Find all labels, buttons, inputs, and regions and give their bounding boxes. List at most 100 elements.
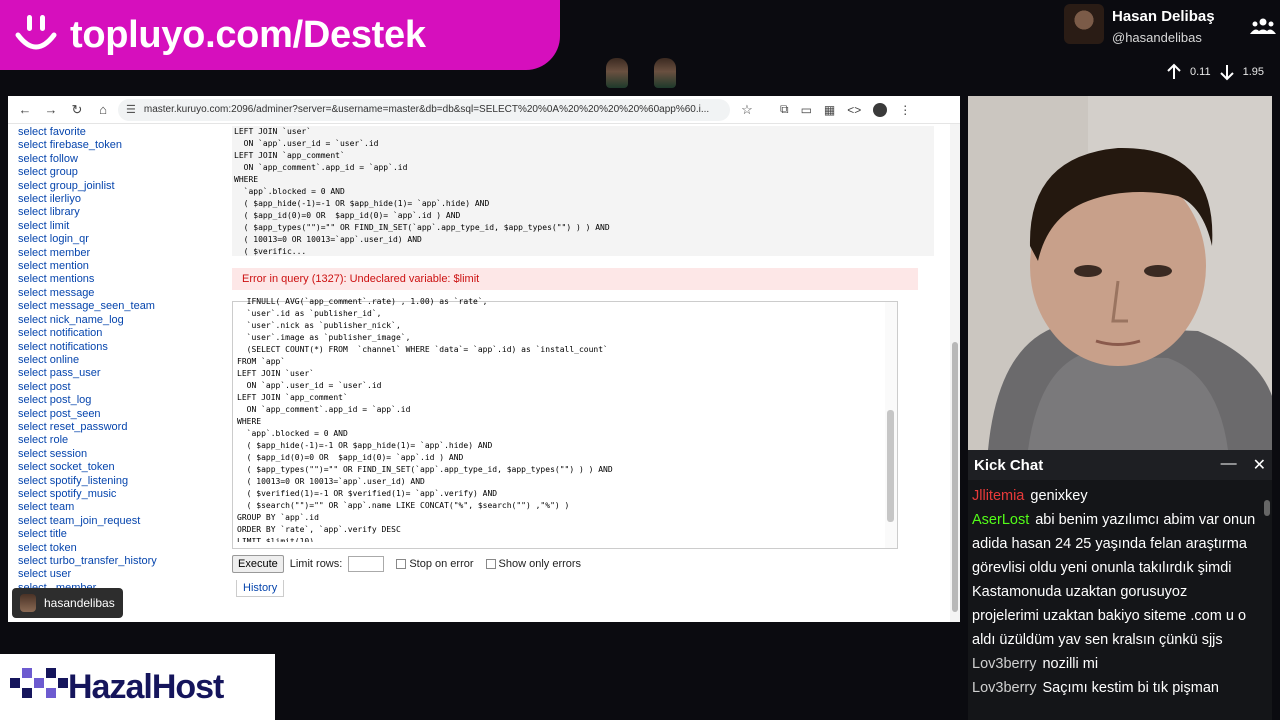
code-line: IFNULL( AVG(`app_comment`.rate) , 1.00) … [237, 297, 488, 306]
sql-editor-text[interactable]: IFNULL( AVG(`app_comment`.rate) , 1.00) … [233, 296, 897, 542]
profile-avatar[interactable] [873, 102, 888, 117]
sidebar-table-link[interactable]: select library [18, 206, 218, 219]
sidebar-table-link[interactable]: select mentions [18, 273, 218, 286]
chat-username[interactable]: Jllitemia [972, 488, 1024, 504]
sidebar-table-link[interactable]: select spotify_music [18, 488, 218, 501]
sidebar-table-link[interactable]: select notifications [18, 341, 218, 354]
hazalhost-logo-icon [10, 668, 68, 698]
sidebar-table-link[interactable]: select post [18, 381, 218, 394]
viewer-name: hasandelibas [44, 596, 115, 610]
smiley-logo-icon [10, 9, 62, 61]
chat-username[interactable]: AserLost [972, 512, 1029, 528]
sql-editor[interactable]: IFNULL( AVG(`app_comment`.rate) , 1.00) … [232, 297, 898, 549]
sidebar-table-link[interactable]: select online [18, 354, 218, 367]
sidebar-table-link[interactable]: select firebase_token [18, 139, 218, 152]
sidebar-table-link[interactable]: select post_log [18, 394, 218, 407]
sidebar-table-link[interactable]: select favorite [18, 126, 218, 139]
sidebar-table-link[interactable]: select message_seen_team [18, 300, 218, 313]
sidebar-table-link[interactable]: select team [18, 501, 218, 514]
reload-icon[interactable]: ↻ [66, 99, 88, 121]
code-line: ( $app_types("")="" OR FIND_IN_SET(`app`… [234, 223, 610, 232]
sponsor-name: HazalHost [68, 667, 224, 706]
sidebar-table-link[interactable]: select team_join_request [18, 515, 218, 528]
sidebar-table-link[interactable]: select reset_password [18, 421, 218, 434]
code-line: `app`.blocked = 0 AND [237, 429, 348, 438]
chat-text: abi benim yazılımcı abim var onun adida … [972, 512, 1256, 648]
sidebar-table-link[interactable]: select follow [18, 153, 218, 166]
code-line: FROM `app` [237, 357, 286, 366]
kick-chat: Kick Chat — ✕ Jllitemia genixkey AserLost a… [968, 450, 1272, 720]
sidebar-table-link[interactable]: select mention [18, 260, 218, 273]
limit-rows-label: Limit rows: [289, 558, 343, 570]
code-line: `user`.id as `publisher_id`, [237, 309, 382, 318]
sidebar-table-link[interactable]: select socket_token [18, 461, 218, 474]
streamer-handle: @hasandelibas [1112, 30, 1202, 45]
sidebar-table-link[interactable]: select message [18, 287, 218, 300]
sidebar-table-link[interactable]: select group_joinlist [18, 180, 218, 193]
grid-icon[interactable]: ▦ [824, 103, 835, 117]
sidebar-table-link[interactable]: select post_seen [18, 408, 218, 421]
site-settings-icon[interactable]: ☰ [126, 103, 136, 116]
code-line: `app`.blocked = 0 AND [234, 187, 345, 196]
code-line: ( $app_types("")="" OR FIND_IN_SET(`app`… [237, 465, 613, 474]
sidebar-table-link[interactable]: select spotify_listening [18, 475, 218, 488]
code-line: WHERE [234, 175, 259, 184]
show-only-errors-checkbox[interactable]: Show only errors [485, 558, 581, 570]
sidebar-table-link[interactable]: select ilerliyo [18, 193, 218, 206]
chat-text: Saçımı kestim bi tık pişman [1042, 680, 1219, 696]
sidebar-table-link[interactable]: select nick_name_log [18, 314, 218, 327]
forward-icon[interactable]: → [40, 99, 62, 121]
chat-text: genixkey [1030, 488, 1088, 504]
sidebar-table-link[interactable]: select session [18, 448, 218, 461]
page-scrollbar[interactable] [950, 124, 960, 622]
execute-button[interactable]: Execute [232, 555, 284, 573]
viewer-tag: hasandelibas [12, 588, 123, 618]
minimize-icon[interactable]: — [1221, 455, 1237, 475]
viewer-avatar [654, 58, 676, 88]
sidebar-table-link[interactable]: select group [18, 166, 218, 179]
group-icon[interactable] [1250, 16, 1276, 36]
menu-icon[interactable]: ⋮ [899, 103, 911, 117]
chat-scrollbar[interactable] [1264, 490, 1270, 720]
browser-toolbar: ← → ↻ ⌂ ☰ master.kuruyo.com:2096/adminer… [8, 96, 960, 124]
limit-rows-input[interactable] [348, 556, 385, 572]
back-icon[interactable]: ← [14, 99, 36, 121]
bookmark-star-icon[interactable]: ☆ [736, 99, 758, 121]
sidebar-table-link[interactable]: select turbo_transfer_history [18, 555, 218, 568]
stop-on-error-checkbox[interactable]: Stop on error [396, 558, 474, 570]
webcam-feed [968, 96, 1272, 450]
code-line: ( $verific... [234, 247, 307, 256]
chat-messages: Jllitemia genixkey AserLost abi benim yazıl… [968, 480, 1272, 700]
sidebar-table-link[interactable]: select title [18, 528, 218, 541]
address-bar[interactable]: ☰ master.kuruyo.com:2096/adminer?server=… [118, 98, 730, 121]
history-link[interactable]: History [236, 580, 285, 597]
sidebar-table-link[interactable]: select member [18, 247, 218, 260]
sidebar-table-link[interactable]: select pass_user [18, 367, 218, 380]
sidebar-table-link[interactable]: select role [18, 434, 218, 447]
cast-icon[interactable]: ▭ [801, 103, 812, 117]
code-line: ( $app_hide(-1)=-1 OR $app_hide(1)= `app… [234, 199, 490, 208]
table-sidebar: select favorite select firebase_token sele… [18, 126, 218, 595]
home-icon[interactable]: ⌂ [92, 99, 114, 121]
extensions-icon[interactable]: ⧉ [780, 102, 789, 117]
code-line: LEFT JOIN `user` [237, 369, 315, 378]
close-icon[interactable]: ✕ [1253, 455, 1266, 475]
editor-scrollbar[interactable] [885, 302, 897, 548]
sidebar-table-link[interactable]: select notification [18, 327, 218, 340]
code-line: GROUP BY `app`.id [237, 513, 319, 522]
chat-username[interactable]: Lov3berry [972, 680, 1036, 696]
devtools-icon[interactable]: <> [847, 103, 861, 117]
arrow-up-icon [1167, 63, 1181, 79]
sidebar-table-link[interactable]: select token [18, 542, 218, 555]
code-line: `user`.nick as `publisher_nick`, [237, 321, 401, 330]
sidebar-table-link[interactable]: select user [18, 568, 218, 581]
browser-window: ← → ↻ ⌂ ☰ master.kuruyo.com:2096/adminer… [8, 96, 960, 622]
sidebar-table-link[interactable]: select login_qr [18, 233, 218, 246]
chat-message: Lov3berry nozilli mi [972, 652, 1258, 676]
chat-message: AserLost abi benim yazılımcı abim var onu… [972, 508, 1258, 652]
code-line: `user`.image as `publisher_image`, [237, 333, 411, 342]
sidebar-table-link[interactable]: select limit [18, 220, 218, 233]
viewer-avatar [606, 58, 628, 88]
chat-username[interactable]: Lov3berry [972, 656, 1036, 672]
webcam-person-image [968, 96, 1272, 450]
